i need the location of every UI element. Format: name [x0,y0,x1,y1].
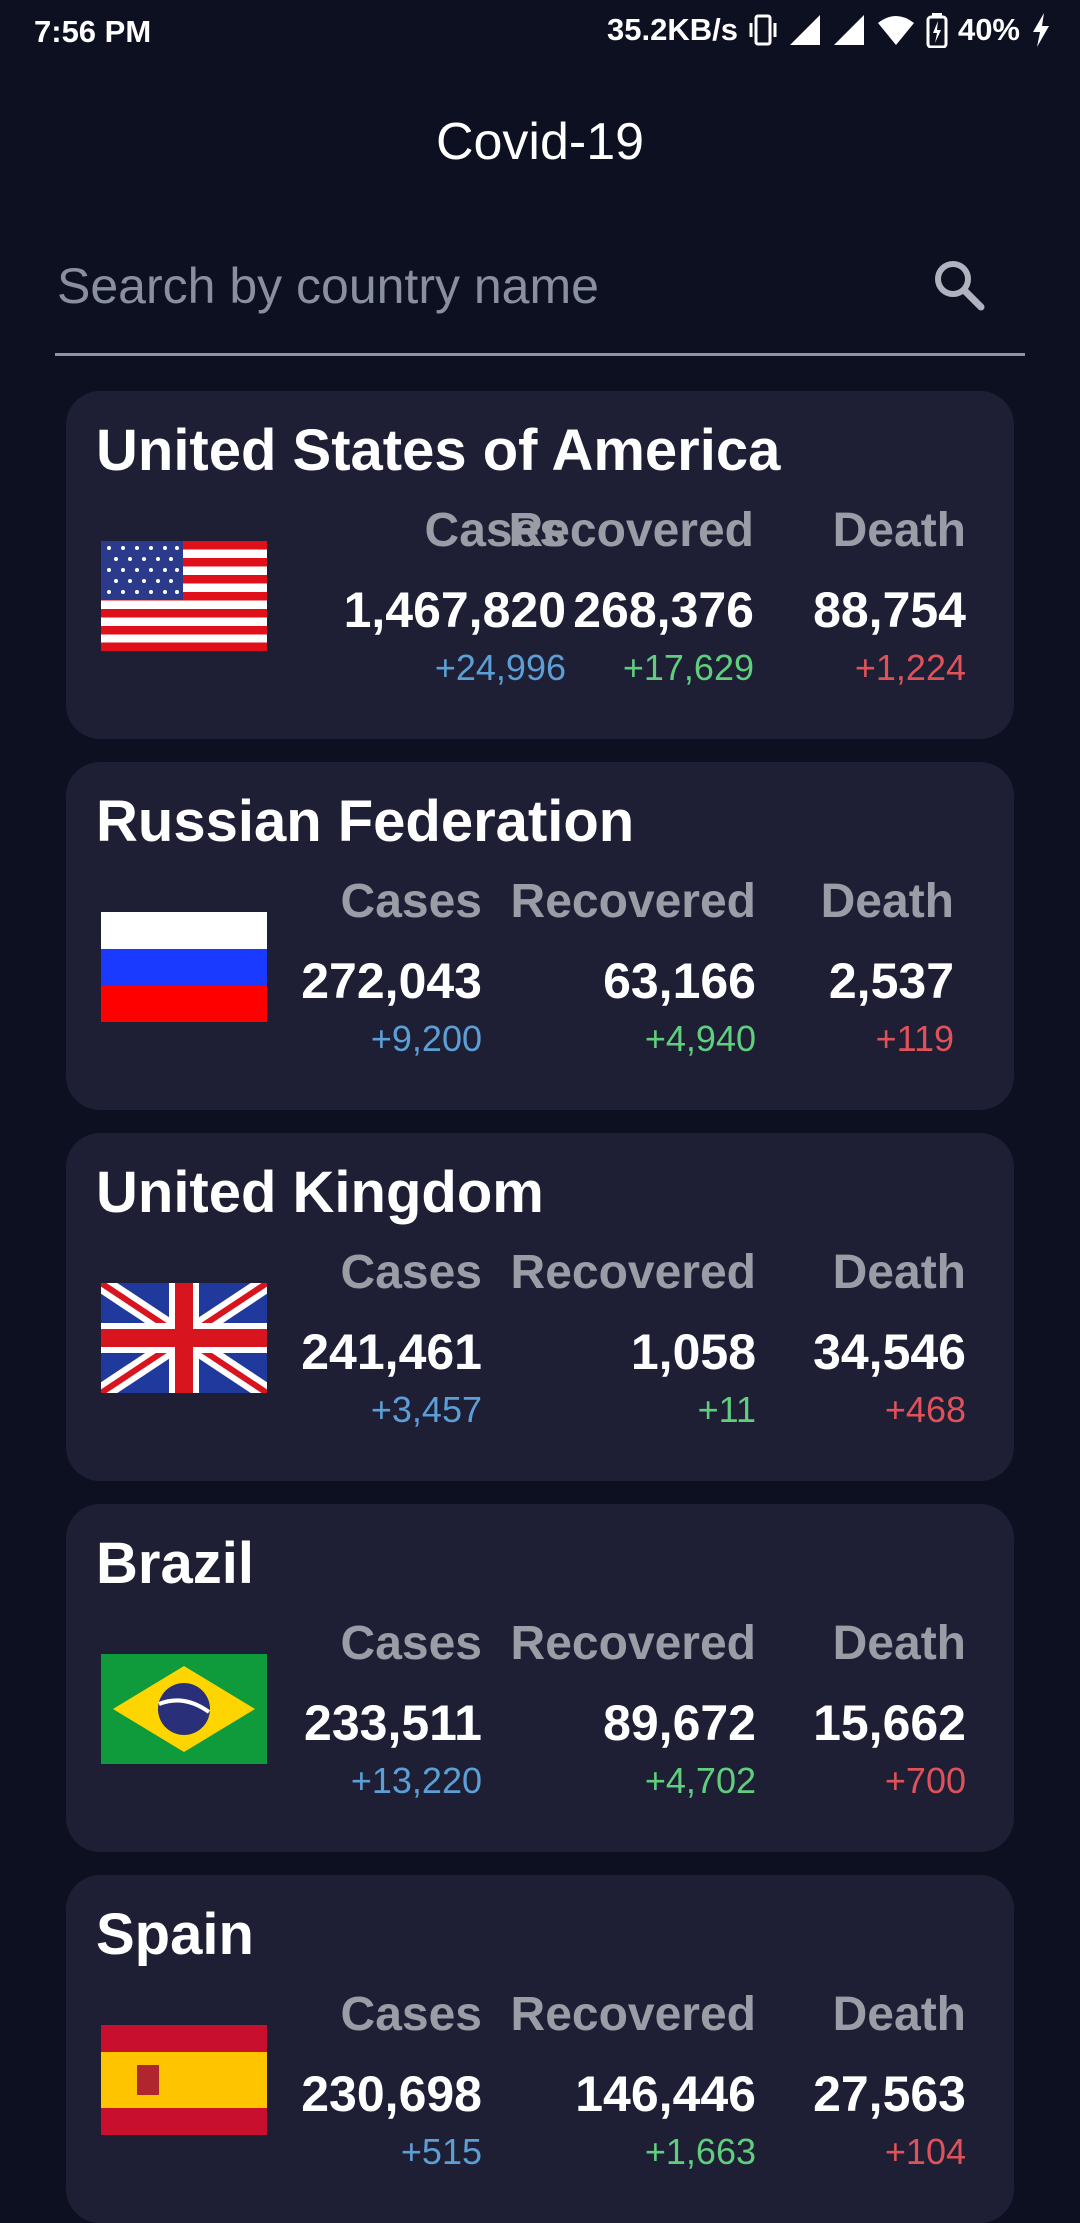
death-label: Death [820,875,954,928]
recovered-value: 89,672 [603,1695,756,1751]
us-flag-icon [101,541,267,651]
cases-delta: +515 [400,2131,482,2172]
vibrate-icon [749,14,777,46]
death-delta: +1,224 [854,647,966,688]
death-label: Death [832,1988,966,2041]
uk-flag-icon [101,1283,267,1393]
wifi-icon [877,16,914,45]
recovered-label: Recovered [510,875,756,928]
cases-value: 233,511 [304,1695,482,1751]
recovered-delta: +4,940 [644,1018,756,1059]
status-bar: 7:56 PM 35.2KB/s 40% [0,0,1080,66]
cases-value: 1,467,820 [343,582,566,638]
cases-delta: +24,996 [434,647,566,688]
death-delta: +700 [884,1760,966,1801]
country-card[interactable]: United States of America Cases 1,467,820… [66,391,1014,739]
death-delta: +119 [875,1018,954,1059]
death-label: Death [832,1246,966,1299]
charging-icon [1033,13,1049,47]
country-name: Russian Federation [96,789,635,854]
recovered-value: 63,166 [603,953,756,1009]
battery-level: 40% [957,12,1020,47]
cases-label: Cases [340,875,482,928]
spain-flag-icon [101,2025,267,2135]
cases-value: 230,698 [301,2066,482,2122]
death-delta: +104 [884,2131,966,2172]
network-speed: 35.2KB/s [606,12,738,47]
recovered-delta: +4,702 [644,1760,756,1801]
death-delta: +468 [884,1389,966,1430]
status-time: 7:56 PM [34,14,152,49]
country-card[interactable]: United Kingdom Cases 241,461 +3,457 Reco… [66,1133,1014,1481]
recovered-delta: +17,629 [622,647,754,688]
recovered-label: Recovered [510,1617,756,1670]
cases-value: 241,461 [301,1324,482,1380]
death-label: Death [832,504,966,557]
cases-label: Cases [340,1246,482,1299]
country-name: United States of America [96,418,781,483]
recovered-label: Recovered [510,1988,756,2041]
recovered-value: 146,446 [575,2066,756,2122]
signal-icon [789,15,820,45]
cases-delta: +3,457 [370,1389,482,1430]
cases-value: 272,043 [301,953,482,1009]
search-input[interactable] [55,245,909,327]
brazil-flag-icon [101,1654,267,1764]
death-value: 34,546 [813,1324,966,1380]
country-name: Spain [96,1902,254,1967]
death-value: 15,662 [813,1695,966,1751]
cases-label: Cases [340,1617,482,1670]
russia-flag-icon [101,912,267,1022]
country-card[interactable]: Russian Federation Cases 272,043 +9,200 … [66,762,1014,1110]
death-value: 88,754 [813,582,966,638]
recovered-label: Recovered [508,504,754,557]
battery-icon [926,13,948,48]
cases-delta: +9,200 [370,1018,482,1059]
death-label: Death [832,1617,966,1670]
app-title: Covid-19 [435,113,645,171]
death-value: 27,563 [813,2066,966,2122]
recovered-value: 268,376 [573,582,754,638]
country-name: United Kingdom [96,1160,544,1225]
cases-delta: +13,220 [350,1760,482,1801]
country-card[interactable]: Spain Cases 230,698 +515 Recovered 146,4… [66,1875,1014,2223]
cases-label: Cases [340,1988,482,2041]
death-value: 2,537 [828,953,954,1009]
recovered-delta: +11 [697,1389,756,1430]
signal-icon [833,15,864,45]
recovered-value: 1,058 [630,1324,756,1380]
search-bar [55,245,1025,356]
country-name: Brazil [96,1531,254,1596]
recovered-delta: +1,663 [644,2131,756,2172]
recovered-label: Recovered [510,1246,756,1299]
search-icon[interactable] [931,257,987,313]
status-indicators: 35.2KB/s 40% [607,12,1052,48]
country-card[interactable]: Brazil Cases 233,511 +13,220 Recovered 8… [66,1504,1014,1852]
